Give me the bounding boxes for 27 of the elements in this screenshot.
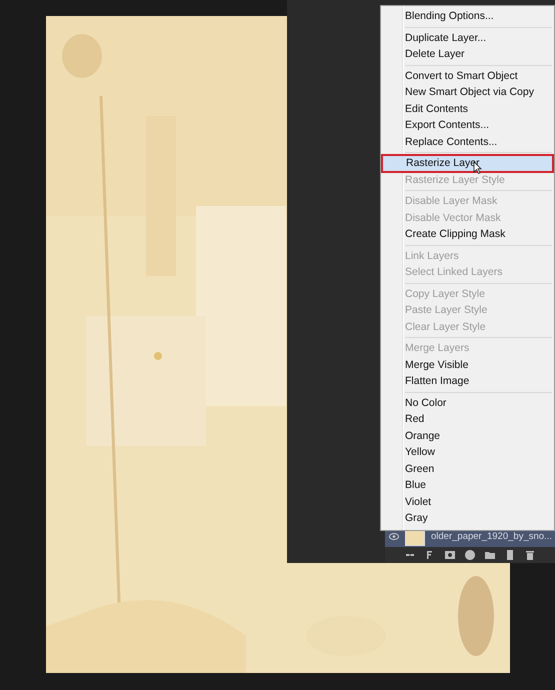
menu-item[interactable]: Create Clipping Mask	[381, 226, 554, 242]
menu-item[interactable]: Blending Options...	[381, 8, 554, 24]
menu-item[interactable]: Violet	[381, 494, 554, 510]
menu-item[interactable]: Edit Contents	[381, 100, 554, 117]
mask-icon[interactable]	[445, 550, 455, 560]
menu-item[interactable]: Yellow	[381, 444, 554, 460]
fx-icon[interactable]	[425, 550, 435, 560]
menu-item[interactable]: Export Contents...	[381, 117, 554, 134]
menu-item[interactable]: New Smart Object via Copy	[381, 84, 554, 100]
menu-item[interactable]: Merge Visible	[381, 356, 554, 373]
menu-item[interactable]: Duplicate Layer...	[381, 30, 554, 46]
menu-item[interactable]: Green	[381, 460, 554, 477]
trash-icon[interactable]	[525, 550, 535, 560]
menu-item[interactable]: Replace Contents...	[381, 134, 554, 150]
new-layer-icon[interactable]	[505, 550, 515, 560]
menu-item[interactable]: Red	[381, 411, 554, 428]
eye-icon[interactable]	[389, 532, 399, 540]
menu-item[interactable]: Blue	[381, 477, 554, 494]
menu-item[interactable]: No Color	[381, 394, 554, 411]
menu-item[interactable]: Convert to Smart Object	[381, 68, 554, 84]
menu-item[interactable]: Orange	[381, 428, 554, 444]
folder-icon[interactable]	[485, 550, 495, 560]
menu-item[interactable]: Gray	[381, 510, 554, 526]
layer-name: older_paper_1920_by_sno...	[431, 530, 552, 542]
menu-item[interactable]: Delete Layer	[381, 46, 554, 62]
menu-item[interactable]: Flatten Image	[381, 373, 554, 390]
adjustment-icon[interactable]	[465, 550, 475, 560]
